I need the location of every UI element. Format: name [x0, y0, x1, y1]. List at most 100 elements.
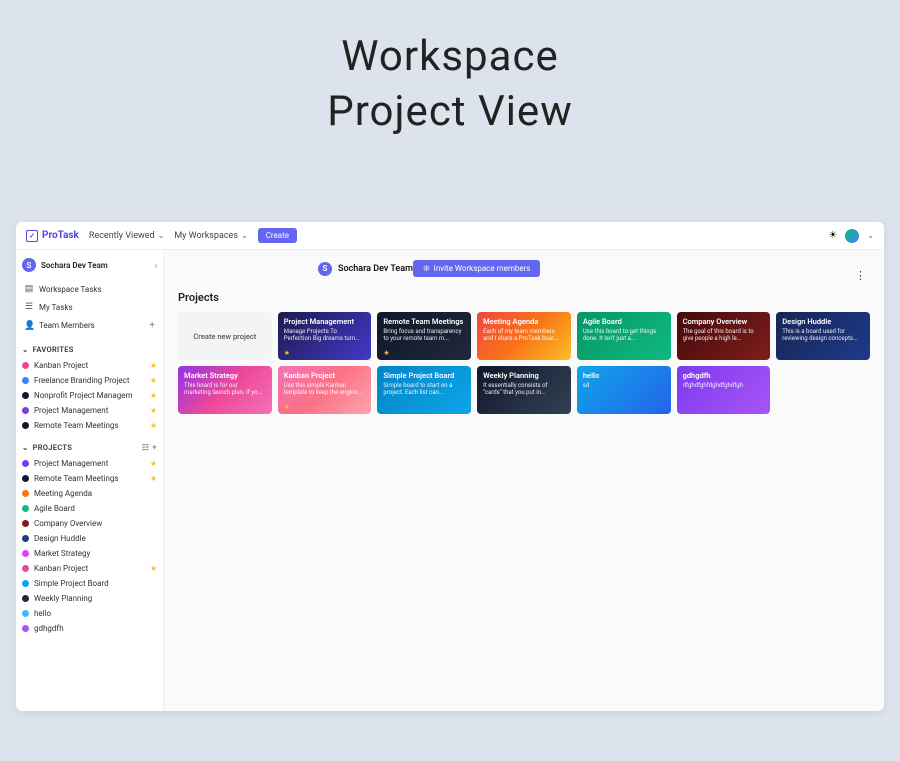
project-item[interactable]: Agile Board [22, 501, 157, 516]
card-description: sd [583, 382, 665, 389]
favorite-item[interactable]: Project Management★ [22, 403, 157, 418]
project-item[interactable]: Remote Team Meetings ★ [22, 471, 157, 486]
view-toggle-icon[interactable]: ☷ [142, 443, 149, 452]
project-card[interactable]: Meeting Agenda Each of my team members an… [477, 312, 571, 360]
color-dot-icon [22, 490, 29, 497]
collapse-sidebar-icon[interactable]: ‹ [155, 261, 157, 270]
sidebar-item-label: Design Huddle [34, 534, 157, 543]
favorite-item[interactable]: Kanban Project★ [22, 358, 157, 373]
nav-my-tasks[interactable]: ☰ My Tasks [22, 298, 157, 316]
nav-workspace-tasks[interactable]: ▤ Workspace Tasks [22, 280, 157, 298]
more-menu-icon[interactable]: ⋮ [851, 269, 870, 282]
project-card[interactable]: Project ManagementManage Projects To Per… [278, 312, 372, 360]
favorites-header[interactable]: ⌄ FAVORITES [22, 345, 157, 354]
user-tasks-icon: ☰ [24, 302, 34, 312]
color-dot-icon [22, 580, 29, 587]
project-item[interactable]: gdhgdfh [22, 621, 157, 636]
project-item[interactable]: hello [22, 606, 157, 621]
star-icon[interactable]: ★ [150, 474, 157, 483]
create-button[interactable]: Create [258, 228, 297, 243]
star-icon[interactable]: ★ [383, 349, 389, 357]
tasks-icon: ▤ [24, 284, 34, 294]
app-frame: ✓ ProTask Recently Viewed⌄ My Workspaces… [16, 222, 884, 711]
project-item[interactable]: Design Huddle [22, 531, 157, 546]
logo-icon: ✓ [26, 230, 38, 242]
star-icon[interactable]: ★ [150, 376, 157, 385]
color-dot-icon [22, 362, 29, 369]
nav-recently-viewed[interactable]: Recently Viewed⌄ [89, 231, 164, 241]
user-avatar[interactable] [845, 229, 859, 243]
sidebar-item-label: Remote Team Meetings [34, 474, 145, 483]
project-card[interactable]: Remote Team MeetingsBring focus and tran… [377, 312, 471, 360]
favorite-item[interactable]: Remote Team Meetings ★ [22, 418, 157, 433]
project-card[interactable]: Design HuddleThis is a board used for re… [776, 312, 870, 360]
projects-header[interactable]: ⌄ PROJECTS ☷ + [22, 443, 157, 452]
card-title: Kanban Project [284, 371, 366, 380]
project-card[interactable]: Simple Project BoardSimple board to star… [377, 366, 471, 414]
project-card[interactable]: Market StrategyThis board is for our mar… [178, 366, 272, 414]
project-item[interactable]: Simple Project Board [22, 576, 157, 591]
star-icon[interactable]: ★ [150, 459, 157, 468]
project-item[interactable]: Meeting Agenda [22, 486, 157, 501]
project-card[interactable]: Weekly PlanningIt essentially consists o… [477, 366, 571, 414]
team-header[interactable]: S Sochara Dev Team ‹ [22, 258, 157, 272]
card-title: Market Strategy [184, 371, 266, 380]
logo[interactable]: ✓ ProTask [26, 230, 79, 242]
project-item[interactable]: Market Strategy [22, 546, 157, 561]
main-team-header: S Sochara Dev Team [318, 262, 413, 276]
team-badge: S [318, 262, 332, 276]
star-icon[interactable]: ★ [284, 403, 290, 411]
project-item[interactable]: Kanban Project ★ [22, 561, 157, 576]
team-name: Sochara Dev Team [41, 261, 150, 270]
project-item[interactable]: Project Management★ [22, 456, 157, 471]
star-icon[interactable]: ★ [284, 349, 290, 357]
nav-my-workspaces[interactable]: My Workspaces⌄ [174, 231, 247, 241]
team-badge: S [22, 258, 36, 272]
color-dot-icon [22, 610, 29, 617]
add-member-icon[interactable]: + [149, 320, 155, 331]
sidebar-item-label: hello [34, 609, 157, 618]
card-description: Use this board to get things done. It is… [583, 328, 665, 342]
project-item[interactable]: Weekly Planning [22, 591, 157, 606]
color-dot-icon [22, 505, 29, 512]
create-project-card[interactable]: Create new project [178, 312, 272, 360]
card-title: hello [583, 371, 665, 380]
project-grid: Create new projectProject ManagementMana… [178, 312, 870, 414]
star-icon[interactable]: ★ [150, 361, 157, 370]
theme-toggle-icon[interactable]: ☀ [828, 230, 837, 241]
star-icon[interactable]: ★ [150, 391, 157, 400]
star-icon[interactable]: ★ [150, 564, 157, 573]
star-icon[interactable]: ★ [150, 406, 157, 415]
color-dot-icon [22, 407, 29, 414]
favorite-item[interactable]: Freelance Branding Project★ [22, 373, 157, 388]
logo-text: ProTask [42, 230, 79, 241]
color-dot-icon [22, 422, 29, 429]
project-card[interactable]: Company Overview The goal of this board i… [677, 312, 771, 360]
card-title: Agile Board [583, 317, 665, 326]
card-title: Company Overview [683, 317, 765, 326]
top-nav: Recently Viewed⌄ My Workspaces⌄ [89, 231, 248, 241]
sidebar-item-label: Kanban Project [34, 564, 145, 573]
color-dot-icon [22, 520, 29, 527]
project-card[interactable]: gdhgdfhdfghdfghfdghdfghdfgh [677, 366, 771, 414]
main-team-name: Sochara Dev Team [338, 264, 413, 274]
favorite-item[interactable]: Nonprofit Project Managem★ [22, 388, 157, 403]
card-description: The goal of this board is to give people… [683, 328, 765, 342]
user-menu-chevron-icon[interactable]: ⌄ [867, 231, 874, 240]
project-card[interactable]: hello sd [577, 366, 671, 414]
card-title: Meeting Agenda [483, 317, 565, 326]
project-card[interactable]: Agile Board Use this board to get things … [577, 312, 671, 360]
star-icon[interactable]: ★ [150, 421, 157, 430]
invite-members-button[interactable]: ❊ Invite Workspace members [413, 260, 541, 277]
nav-team-members[interactable]: 👤 Team Members + [22, 316, 157, 335]
project-card[interactable]: Kanban ProjectUse this simple Kanban tem… [278, 366, 372, 414]
project-item[interactable]: Company Overview [22, 516, 157, 531]
main-content: S Sochara Dev Team ❊ Invite Workspace me… [164, 250, 884, 711]
card-description: Each of my team members and I share a Pr… [483, 328, 565, 342]
color-dot-icon [22, 625, 29, 632]
projects-heading: Projects [178, 291, 870, 304]
color-dot-icon [22, 475, 29, 482]
color-dot-icon [22, 595, 29, 602]
add-project-icon[interactable]: + [152, 443, 157, 452]
sidebar-item-label: Remote Team Meetings [34, 421, 145, 430]
